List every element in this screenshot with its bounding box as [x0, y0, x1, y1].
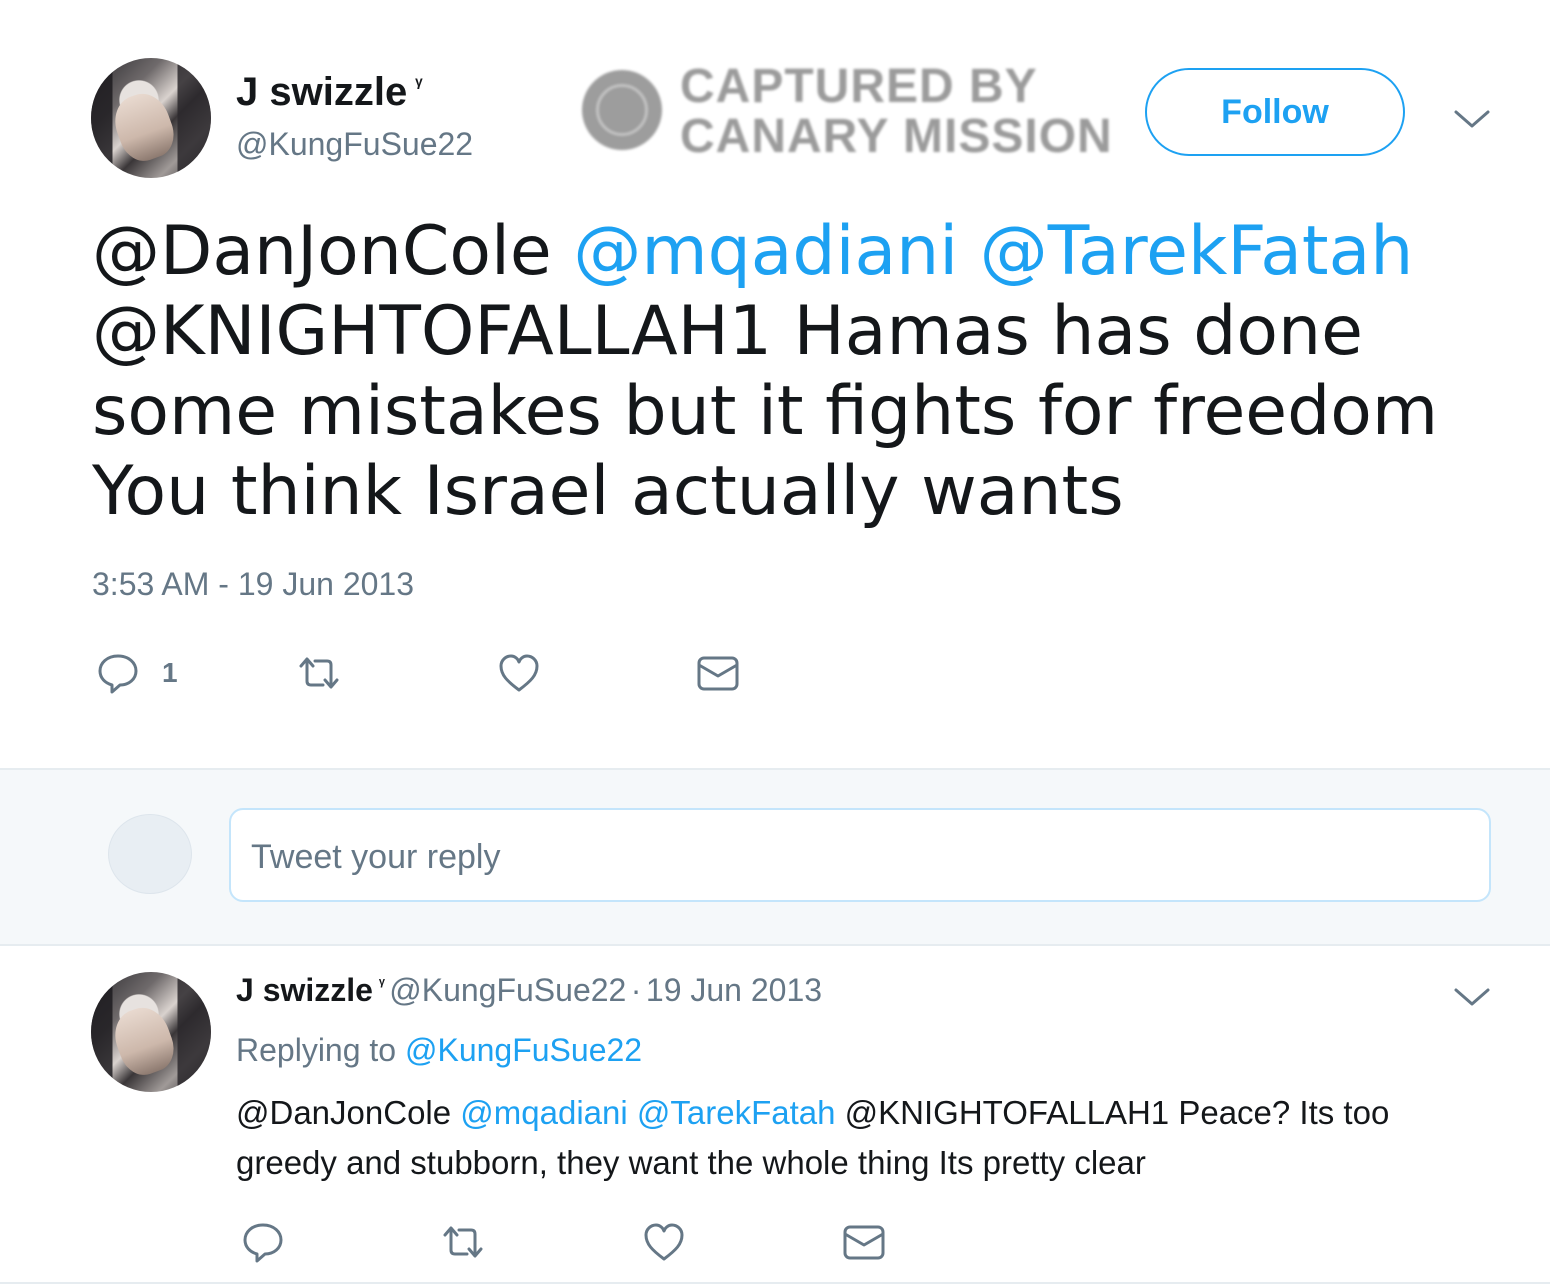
reply-header: J swizzle ᵞ @KungFuSue22 · 19 Jun 2013 [236, 972, 822, 1009]
mention-link[interactable]: @mqadiani [460, 1094, 627, 1131]
watermark-line-2: CANARY MISSION [680, 110, 1113, 163]
watermark-line-1: CAPTURED BY [680, 60, 1038, 113]
meta-separator: · [630, 972, 642, 1008]
chevron-down-icon [1454, 988, 1490, 1006]
direct-message-icon [697, 656, 739, 691]
divider [0, 1282, 1550, 1284]
mention-link[interactable]: @TarekFatah [637, 1094, 836, 1131]
chevron-down-icon [1454, 110, 1490, 128]
mention-link[interactable]: @TarekFatah [980, 212, 1414, 291]
author-name-text: J swizzle [236, 70, 408, 114]
retweet-icon [443, 1226, 483, 1258]
reply-options-chevron[interactable] [1452, 982, 1492, 1015]
reply-icon [243, 1223, 283, 1263]
like-icon [499, 654, 539, 692]
watermark-text: CAPTURED BY CANARY MISSION [680, 62, 1113, 162]
replying-to: Replying to @KungFuSue22 [236, 1032, 642, 1069]
reply-retweet-button[interactable] [441, 1220, 485, 1264]
tweet-timestamp[interactable]: 3:53 AM - 19 Jun 2013 [92, 566, 414, 603]
mention-link[interactable]: @DanJonCole [92, 212, 552, 291]
reply-author-badge: ᵞ [378, 976, 385, 994]
reply-author-name-text: J swizzle [236, 972, 373, 1008]
author-avatar[interactable] [91, 58, 211, 178]
reply-direct-message-button[interactable] [842, 1220, 886, 1264]
reply-count: 1 [162, 657, 178, 688]
tweet-text: @DanJonCole @mqadiani @TarekFatah @KNIGH… [92, 212, 1512, 532]
mention-link[interactable]: @KNIGHTOFALLAH1 [845, 1094, 1170, 1131]
reply-reply-button[interactable] [241, 1220, 285, 1264]
tweet-options-chevron[interactable] [1452, 104, 1492, 137]
follow-button[interactable]: Follow [1145, 68, 1405, 156]
reply-tweet-text: @DanJonCole @mqadiani @TarekFatah @KNIGH… [236, 1088, 1486, 1188]
reply-input[interactable]: Tweet your reply [229, 808, 1491, 902]
direct-message-button[interactable] [696, 651, 740, 695]
author-handle[interactable]: @KungFuSue22 [236, 126, 473, 163]
current-user-avatar [108, 814, 192, 894]
reply-author-avatar[interactable] [91, 972, 211, 1092]
mention-link[interactable]: @KNIGHTOFALLAH1 [92, 292, 772, 371]
reply-author-name[interactable]: J swizzle ᵞ [236, 972, 385, 1008]
mention-link[interactable]: @DanJonCole [236, 1094, 451, 1131]
canary-logo-icon [582, 70, 662, 150]
author-name[interactable]: J swizzle ᵞ [236, 70, 422, 115]
mention-link[interactable]: @mqadiani [573, 212, 958, 291]
author-badge: ᵞ [415, 73, 423, 96]
reply-button[interactable]: 1 [96, 651, 178, 695]
reply-icon [98, 654, 138, 694]
reply-date[interactable]: 19 Jun 2013 [646, 972, 822, 1008]
like-button[interactable] [497, 651, 541, 695]
like-icon [644, 1223, 684, 1261]
retweet-button[interactable] [297, 651, 341, 695]
reply-author-handle[interactable]: @KungFuSue22 [389, 972, 626, 1008]
replying-to-label: Replying to [236, 1032, 397, 1068]
direct-message-icon [843, 1225, 885, 1260]
retweet-icon [299, 657, 339, 689]
canary-mission-watermark: CAPTURED BY CANARY MISSION [582, 62, 1112, 172]
replying-to-handle[interactable]: @KungFuSue22 [405, 1032, 642, 1068]
reply-like-button[interactable] [642, 1220, 686, 1264]
